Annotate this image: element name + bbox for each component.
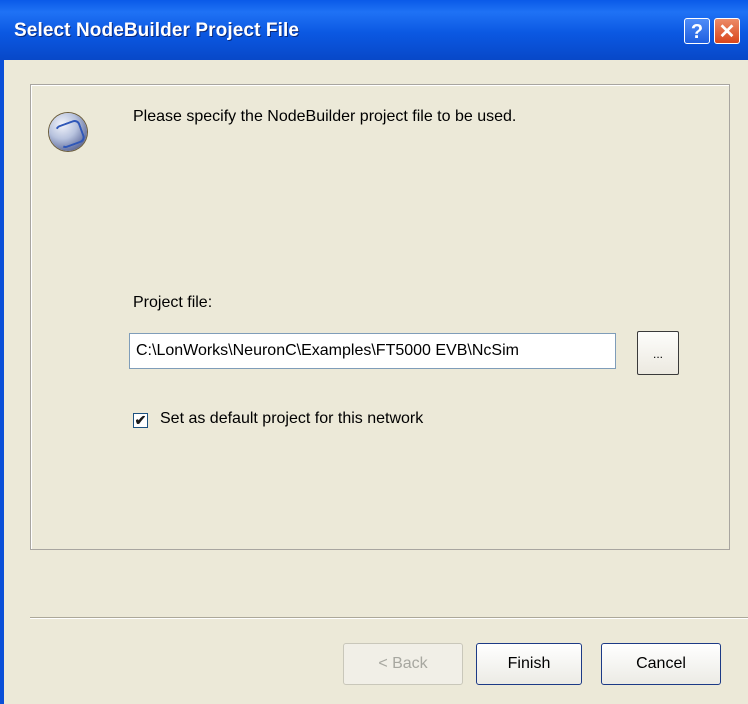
finish-button[interactable]: Finish bbox=[476, 643, 582, 685]
browse-button[interactable]: ... bbox=[637, 331, 679, 375]
instruction-text: Please specify the NodeBuilder project f… bbox=[133, 108, 517, 125]
default-project-label[interactable]: Set as default project for this network bbox=[160, 410, 423, 428]
default-project-checkbox[interactable]: ✔ bbox=[133, 413, 148, 428]
project-file-input[interactable] bbox=[129, 333, 616, 369]
window-title: Select NodeBuilder Project File bbox=[14, 20, 300, 41]
nodebuilder-wizard-icon bbox=[49, 113, 87, 151]
project-file-label: Project file: bbox=[133, 294, 213, 311]
cancel-button[interactable]: Cancel bbox=[601, 643, 721, 685]
help-button[interactable]: ? bbox=[684, 18, 710, 44]
title-bar: Select NodeBuilder Project File ? ✕ bbox=[0, 0, 748, 60]
footer-divider bbox=[30, 617, 748, 619]
content-panel bbox=[30, 84, 730, 550]
close-button[interactable]: ✕ bbox=[714, 18, 740, 44]
window-frame-left bbox=[0, 60, 4, 704]
back-button[interactable]: < Back bbox=[343, 643, 463, 685]
